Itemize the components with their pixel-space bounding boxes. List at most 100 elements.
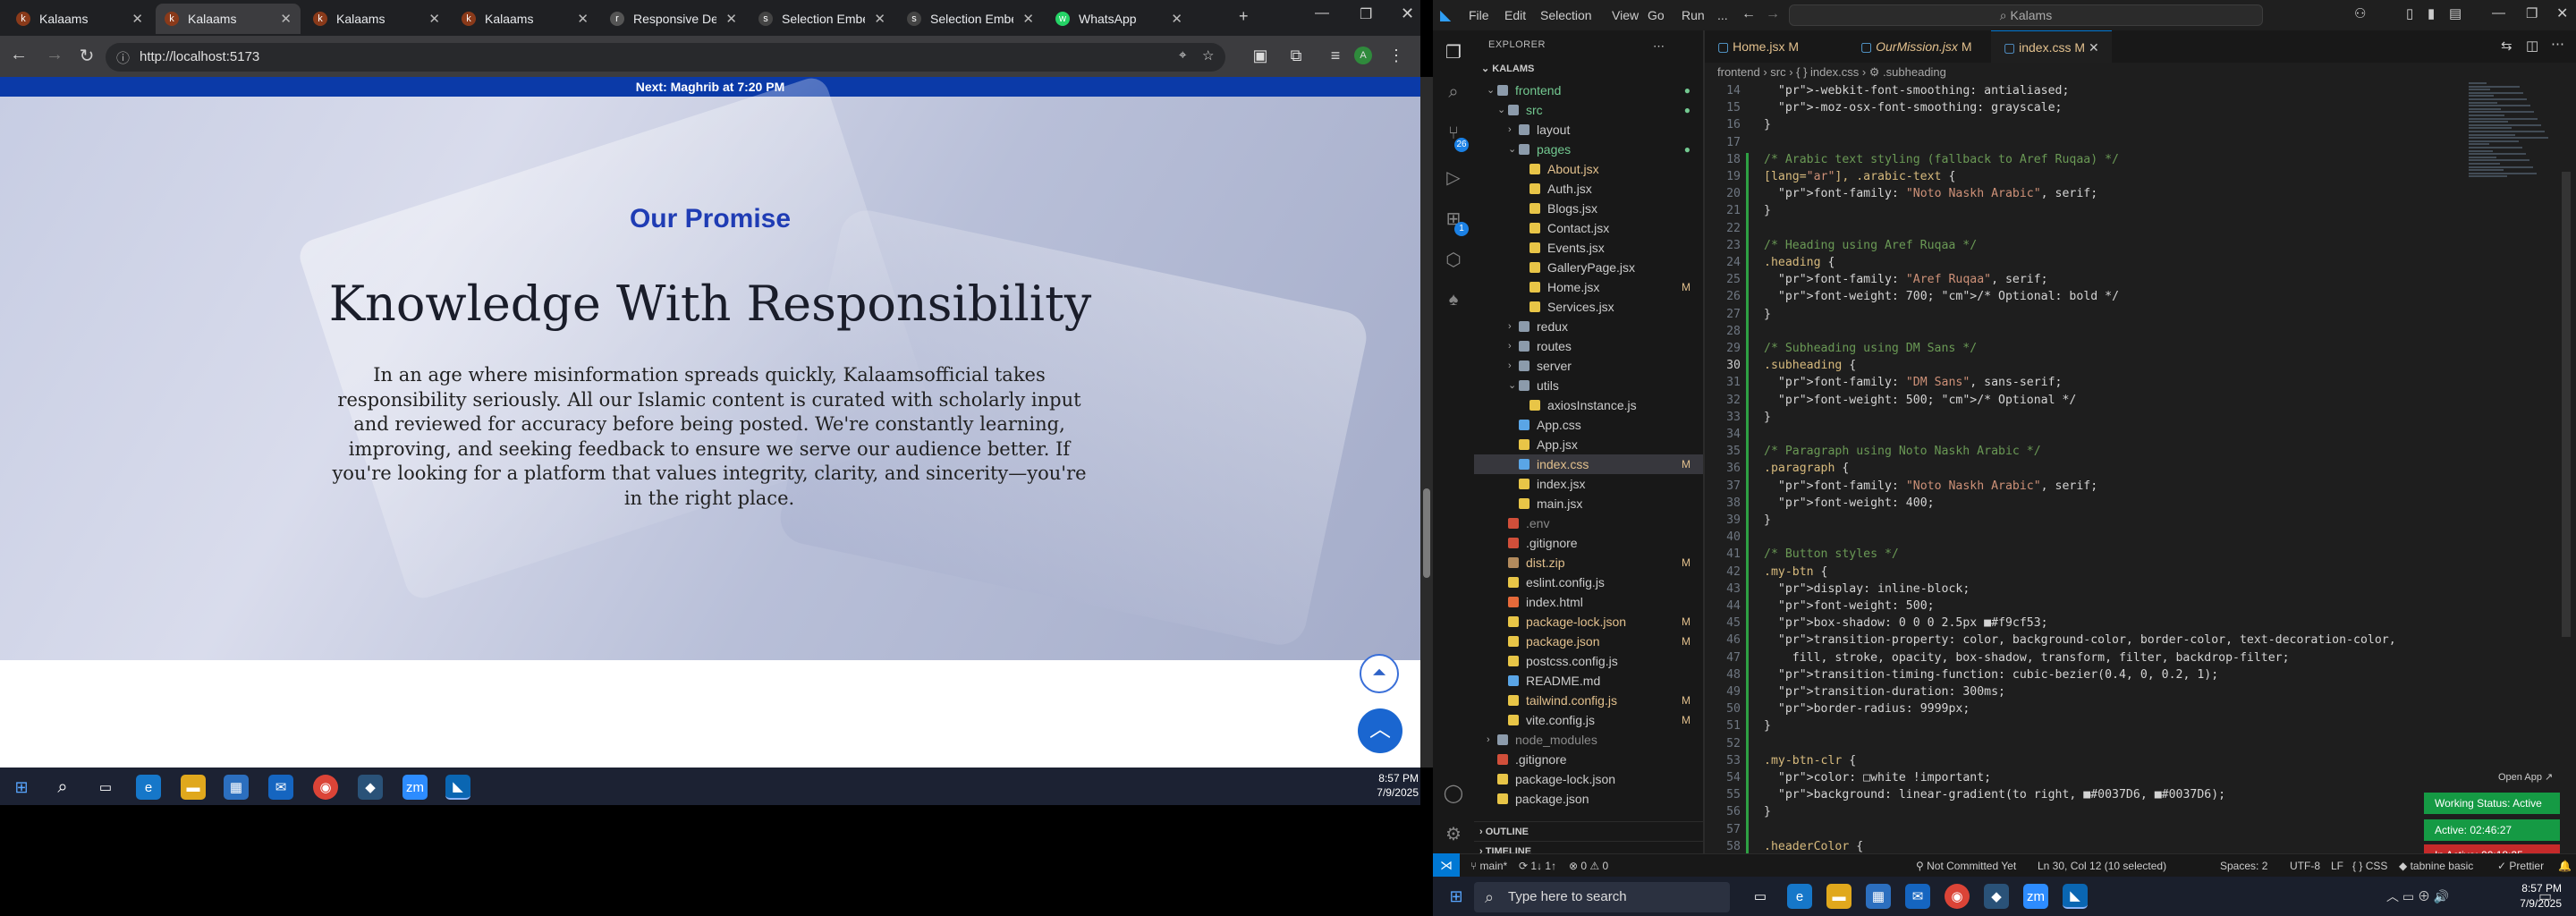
code-line[interactable]: "pr">transition-duration: 300ms; <box>1764 685 2005 699</box>
tab-close-icon[interactable]: ✕ <box>577 11 589 27</box>
encoding[interactable]: UTF-8 <box>2290 854 2320 878</box>
code-line[interactable]: .headerColor { <box>1764 840 1863 853</box>
browser-tab[interactable]: k Kalaams ✕ <box>453 4 597 34</box>
search-icon[interactable]: ⌕ <box>1443 82 1464 104</box>
explorer-file[interactable]: Services.jsx <box>1474 297 1703 317</box>
nav-back-icon[interactable]: ← <box>1741 6 1756 22</box>
code-line[interactable]: /* Heading using Aref Ruqaa */ <box>1764 239 1977 252</box>
page-scrollbar[interactable] <box>1420 77 1433 768</box>
tab-close-icon[interactable]: ✕ <box>280 11 292 27</box>
maximize-icon[interactable]: ❐ <box>2526 5 2538 21</box>
explorer-folder[interactable]: › routes <box>1474 336 1703 356</box>
browser-tab[interactable]: k Kalaams ✕ <box>7 4 152 34</box>
file-explorer-icon[interactable]: ▬ <box>1826 884 1852 909</box>
account-icon[interactable]: ◯ <box>1443 782 1464 803</box>
code-line[interactable]: "pr">font-family: "Aref Ruqaa", serif; <box>1764 273 2048 286</box>
chrome-icon[interactable]: ◉ <box>1945 884 1970 909</box>
explorer-file[interactable]: axiosInstance.js <box>1474 395 1703 415</box>
open-app-link[interactable]: Open App ↗ <box>2498 771 2553 783</box>
close-window-icon[interactable]: ✕ <box>1401 4 1414 23</box>
blame-status[interactable]: ⚲ Not Committed Yet <box>1916 854 2016 878</box>
editor-tab[interactable]: ▢ OurMission.jsx M <box>1848 30 1984 63</box>
browser-tab[interactable]: r Responsive Design ✕ <box>601 4 746 34</box>
store-icon[interactable]: ▦ <box>224 775 249 800</box>
browser-tab[interactable]: w WhatsApp ✕ <box>1046 4 1191 34</box>
browser-tab[interactable]: s Selection Embed ✕ <box>898 4 1043 34</box>
breadcrumb[interactable]: frontend › src › { } index.css › ⚙ .subh… <box>1705 63 2576 82</box>
prettier-status[interactable]: ✓ Prettier <box>2497 854 2544 878</box>
line-ending[interactable]: LF <box>2331 854 2343 878</box>
back-to-top-button[interactable]: ︿ <box>1358 708 1402 753</box>
explorer-file[interactable]: Auth.jsx <box>1474 179 1703 199</box>
minimize-icon[interactable]: — <box>2492 5 2505 21</box>
outline-section[interactable]: › OUTLINE <box>1474 821 1703 841</box>
code-line[interactable]: /* Paragraph using Noto Naskh Arabic */ <box>1764 445 2041 458</box>
code-line[interactable]: .my-btn-clr { <box>1764 754 1856 768</box>
back-icon[interactable]: ← <box>7 45 30 65</box>
code-line[interactable]: "pr">font-family: "Noto Naskh Arabic", s… <box>1764 479 2097 493</box>
close-window-icon[interactable]: ✕ <box>2556 4 2568 22</box>
file-explorer-icon[interactable]: ▬ <box>181 775 206 800</box>
explorer-file[interactable]: Contact.jsx <box>1474 218 1703 238</box>
remote-indicator-icon[interactable]: ⋊ <box>1433 853 1460 877</box>
vscode-insiders-icon[interactable]: ◆ <box>1984 884 2009 909</box>
open-changes-icon[interactable]: ⇆ <box>2501 38 2512 54</box>
command-center-search[interactable]: ⌕ Kalams <box>1789 4 2263 26</box>
explorer-file[interactable]: package-lock.json M <box>1474 612 1703 632</box>
code-line[interactable]: /* Button styles */ <box>1764 547 1899 561</box>
workspace-root[interactable]: ⌄ KALAMS <box>1481 63 1534 74</box>
explorer-file[interactable]: App.css <box>1474 415 1703 435</box>
code-line[interactable]: "pr">-webkit-font-smoothing: antialiased… <box>1764 84 2070 98</box>
code-line[interactable]: "pr">-moz-osx-font-smoothing: grayscale; <box>1764 101 2063 114</box>
code-line[interactable]: } <box>1764 411 1771 424</box>
tab-close-icon[interactable]: ✕ <box>874 11 886 27</box>
location-icon[interactable]: ⌖ <box>1179 47 1186 63</box>
git-branch[interactable]: ⑂ main* <box>1470 854 1507 878</box>
scroll-up-icon[interactable]: ⏶ <box>1360 654 1399 693</box>
vscode-icon[interactable]: ◣ <box>2063 884 2088 909</box>
site-info-icon[interactable]: ⓘ <box>116 48 130 67</box>
code-line[interactable]: "pr">transition-timing-function: cubic-b… <box>1764 668 2218 682</box>
edge-icon[interactable]: e <box>136 775 161 800</box>
notifications-icon[interactable]: 🔔 <box>2558 854 2572 878</box>
explorer-folder[interactable]: ⌄ src ● <box>1474 100 1703 120</box>
code-line[interactable]: .paragraph { <box>1764 462 1849 475</box>
menu-item[interactable]: File <box>1469 8 1489 22</box>
explorer-file[interactable]: Blogs.jsx <box>1474 199 1703 218</box>
code-line[interactable]: "pr">font-weight: 700; "cm">/* Optional:… <box>1764 290 2119 303</box>
tabnine-status[interactable]: ◆ tabnine basic <box>2399 854 2473 878</box>
explorer-more-icon[interactable]: ⋯ <box>1653 39 1665 54</box>
reload-icon[interactable]: ↻ <box>75 45 98 67</box>
code-line[interactable]: "pr">font-family: "DM Sans", sans-serif; <box>1764 376 2063 389</box>
search-icon[interactable]: ⌕ <box>50 775 75 800</box>
taskbar-clock[interactable]: 8:57 PM 7/9/2025 <box>2501 881 2562 912</box>
windows-search-box[interactable]: ⌕ Type here to search <box>1474 882 1730 912</box>
vscode-insiders-icon[interactable]: ◆ <box>358 775 383 800</box>
tab-close-icon[interactable]: ✕ <box>428 11 440 27</box>
problems-count[interactable]: ⊗ 0 ⚠ 0 <box>1569 854 1608 878</box>
zoom-icon[interactable]: zm <box>402 775 428 800</box>
explorer-file[interactable]: dist.zip M <box>1474 553 1703 572</box>
explorer-file[interactable]: package-lock.json <box>1474 769 1703 789</box>
code-line[interactable]: .subheading { <box>1764 359 1856 372</box>
new-tab-icon[interactable]: + <box>1239 7 1249 26</box>
code-line[interactable]: "pr">font-weight: 500; "cm">/* Optional … <box>1764 394 2076 407</box>
settings-gear-icon[interactable]: ⚙ <box>1443 823 1464 844</box>
profile-avatar[interactable]: A <box>1354 47 1372 64</box>
forward-icon[interactable]: → <box>43 45 66 65</box>
explorer-file[interactable]: postcss.config.js <box>1474 651 1703 671</box>
maximize-icon[interactable]: ❐ <box>1360 5 1372 23</box>
editor-tab[interactable]: ▢ index.css M ✕ <box>1991 30 2112 63</box>
explorer-file[interactable]: eslint.config.js <box>1474 572 1703 592</box>
code-line[interactable]: fill, stroke, opacity, box-shadow, trans… <box>1764 651 2290 665</box>
explorer-file[interactable]: tailwind.config.js M <box>1474 691 1703 710</box>
explorer-folder[interactable]: › server <box>1474 356 1703 376</box>
vscode-icon[interactable]: ◣ <box>445 775 470 800</box>
cursor-position[interactable]: Ln 30, Col 12 (10 selected) <box>2038 854 2166 878</box>
indentation[interactable]: Spaces: 2 <box>2220 854 2267 878</box>
windows-start-icon[interactable]: ⊞ <box>9 775 34 800</box>
browser-tab[interactable]: k Kalaams ✕ <box>304 4 449 34</box>
media-icon[interactable]: ≡ <box>1324 47 1347 65</box>
menu-item[interactable]: Edit <box>1504 8 1526 22</box>
code-line[interactable]: .heading { <box>1764 256 1835 269</box>
